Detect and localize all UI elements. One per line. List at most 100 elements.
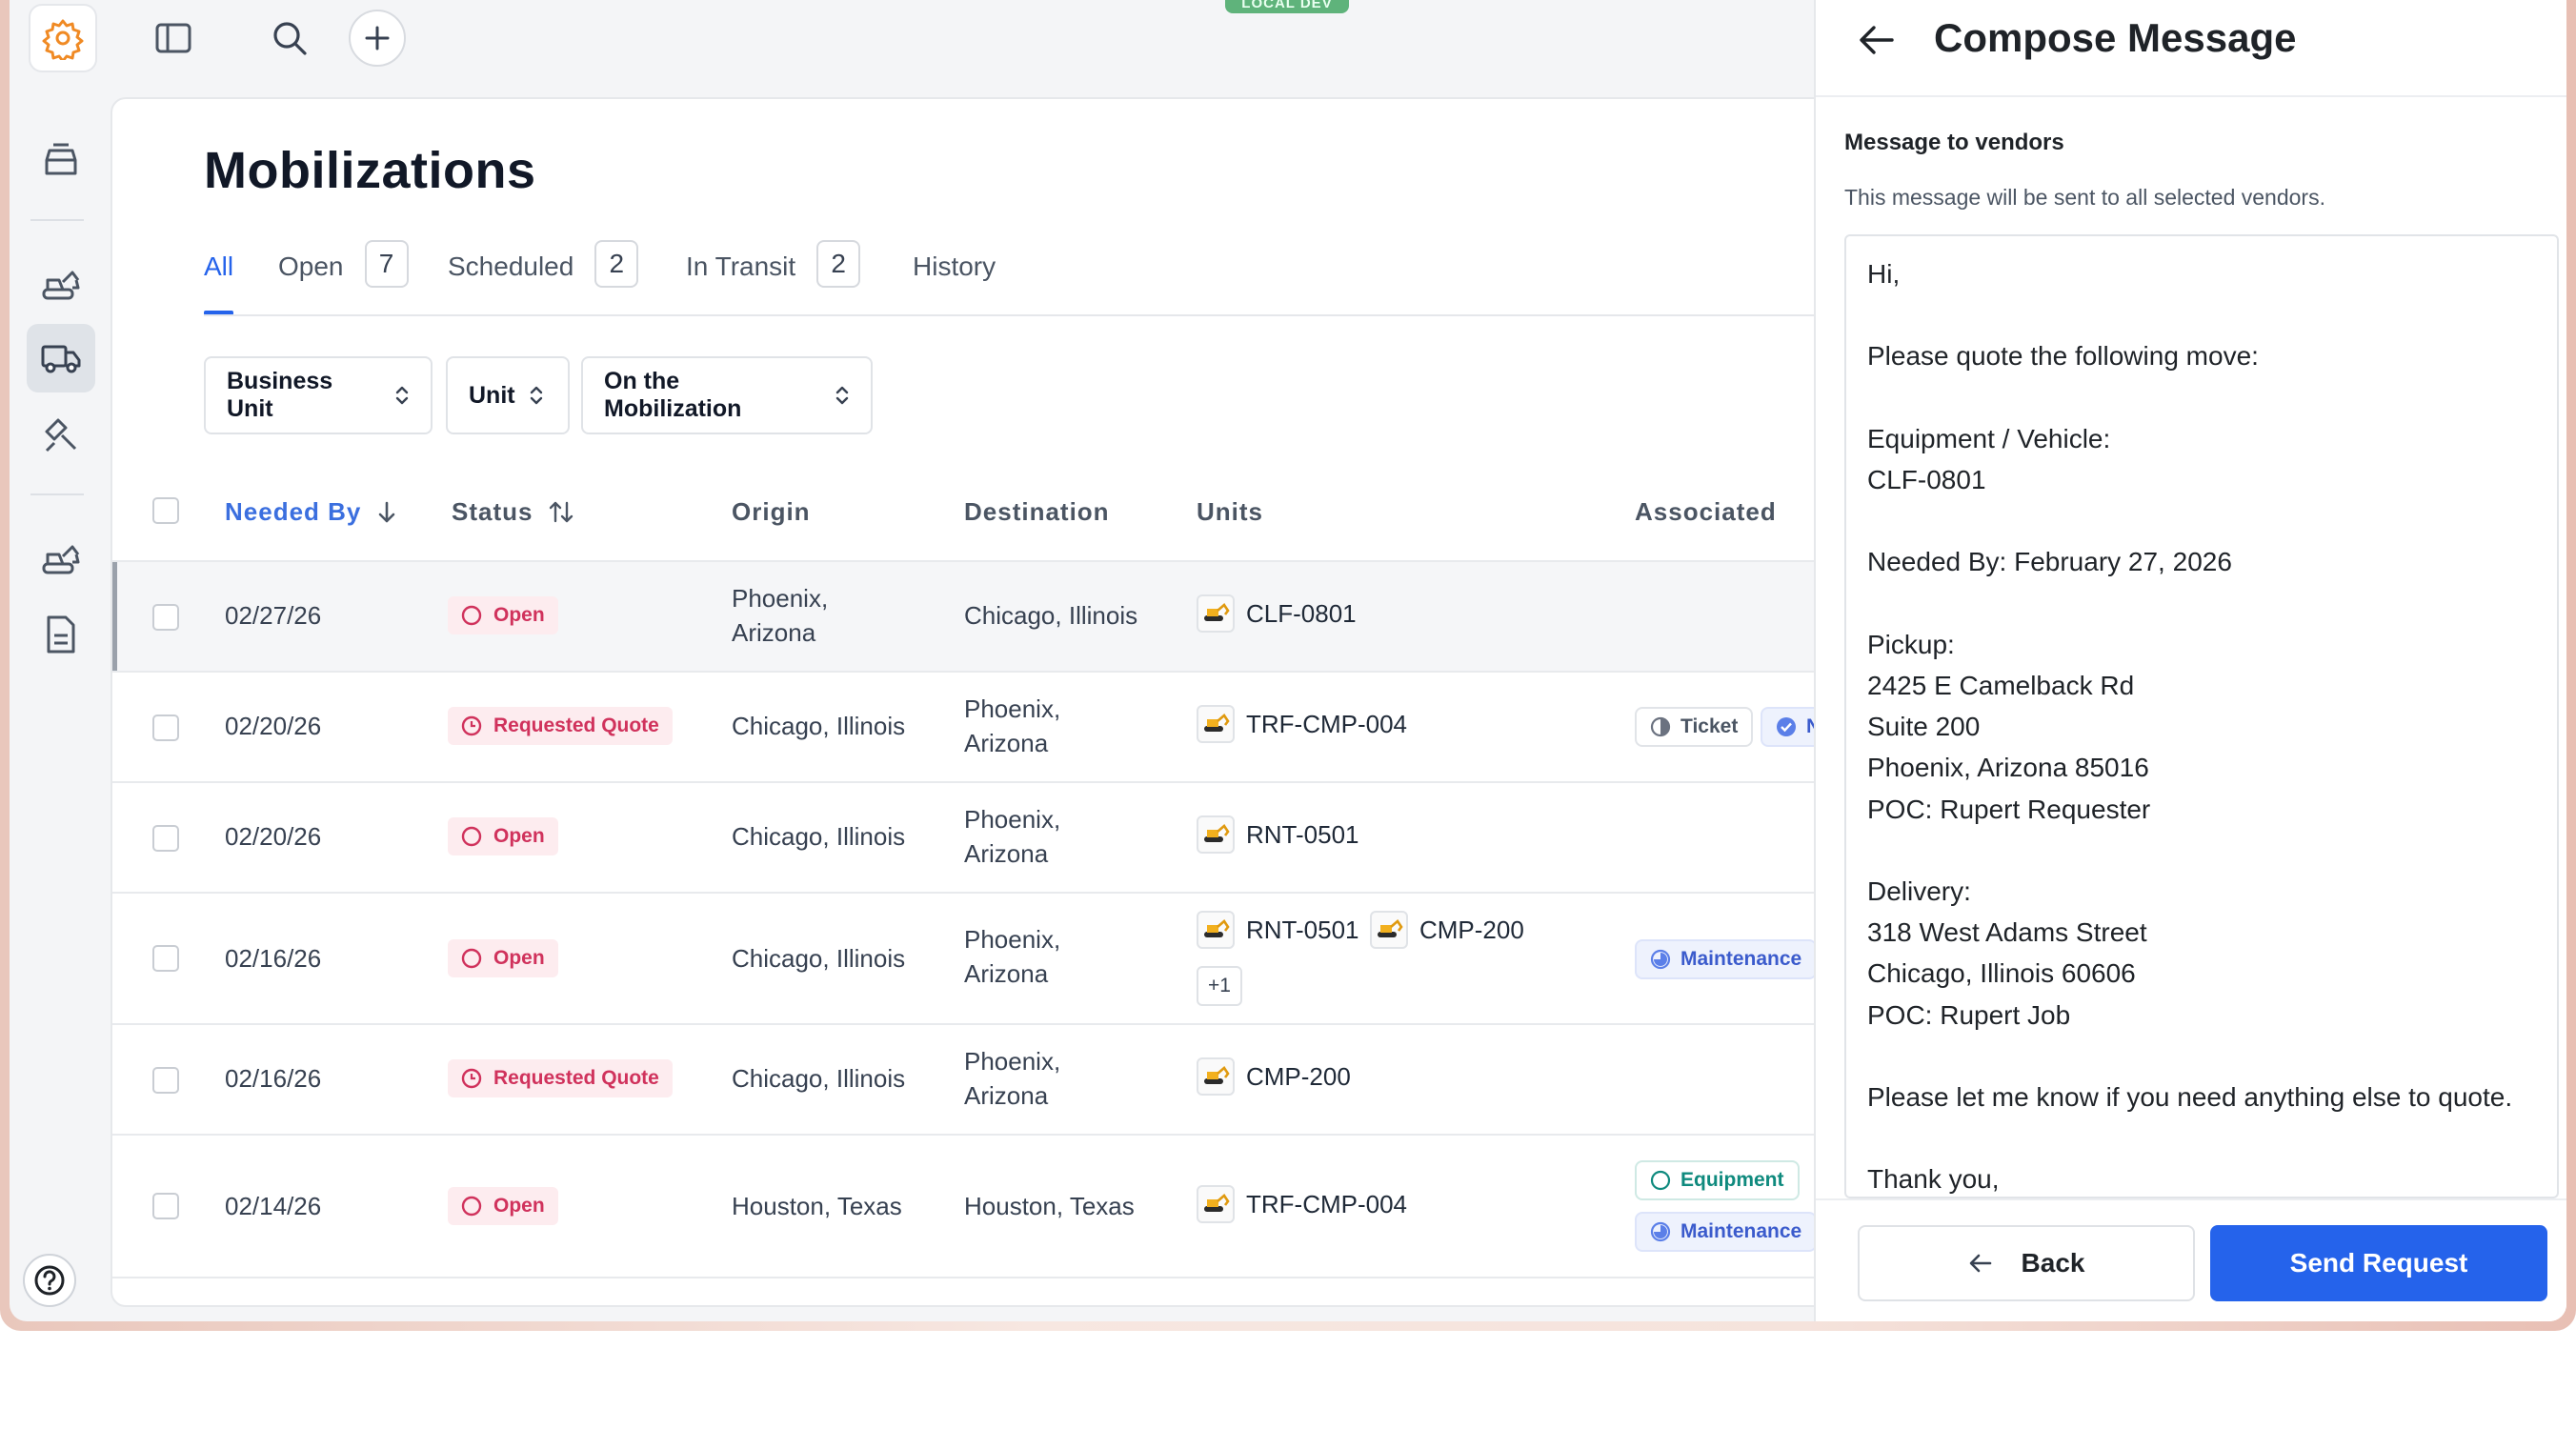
check-circle-icon bbox=[1776, 716, 1797, 737]
nav-equipment[interactable] bbox=[27, 250, 95, 318]
destination-line: Arizona bbox=[964, 959, 1049, 988]
column-header-needed-by[interactable]: Needed By bbox=[225, 497, 397, 527]
column-header-units[interactable]: Units bbox=[1197, 497, 1263, 527]
sidebar-toggle-button[interactable] bbox=[152, 17, 194, 59]
row-checkbox[interactable] bbox=[152, 604, 179, 631]
more-units-badge[interactable]: +1 bbox=[1197, 966, 1242, 1006]
row-checkbox[interactable] bbox=[152, 1067, 179, 1094]
column-header-status[interactable]: Status bbox=[452, 497, 574, 527]
help-button[interactable] bbox=[23, 1254, 76, 1307]
origin-cell: Chicago, Illinois bbox=[732, 822, 906, 851]
sidebar-toggle-icon bbox=[155, 23, 191, 53]
tab-scheduled[interactable]: Scheduled 2 bbox=[448, 240, 639, 316]
compose-title: Compose Message bbox=[1934, 15, 2297, 60]
sort-descending-icon bbox=[376, 500, 397, 525]
unit-chip[interactable]: CMP-200 bbox=[1370, 911, 1524, 949]
chevron-up-down-icon bbox=[394, 384, 410, 407]
tab-in-transit[interactable]: In Transit 2 bbox=[686, 240, 861, 316]
tab-all[interactable]: All bbox=[204, 240, 234, 316]
back-arrow-button[interactable] bbox=[1856, 19, 1898, 61]
origin-cell: Houston, Texas bbox=[732, 1192, 902, 1220]
excavator-icon bbox=[42, 271, 80, 300]
unit-chip[interactable]: CLF-0801 bbox=[1197, 594, 1357, 633]
unit-chip[interactable]: RNT-0501 bbox=[1197, 911, 1359, 949]
send-request-button[interactable]: Send Request bbox=[2210, 1225, 2547, 1301]
pie-circle-icon bbox=[1650, 949, 1671, 970]
add-button[interactable] bbox=[349, 10, 406, 67]
excavator-icon bbox=[42, 545, 80, 574]
row-checkbox[interactable] bbox=[152, 945, 179, 972]
column-header-origin[interactable]: Origin bbox=[732, 497, 811, 527]
associated-maintenance-tag[interactable]: Maintenance bbox=[1635, 939, 1818, 979]
tab-label: All bbox=[204, 252, 234, 281]
tag-label: Ticket bbox=[1680, 715, 1739, 737]
destination-cell: Phoenix, Arizona bbox=[964, 1044, 1060, 1113]
tab-open[interactable]: Open 7 bbox=[278, 240, 409, 316]
column-header-associated[interactable]: Associated bbox=[1635, 497, 1777, 527]
associated-maintenance-tag[interactable]: Maintenance bbox=[1635, 1212, 1818, 1252]
rail-divider bbox=[30, 219, 84, 221]
arrow-left-icon bbox=[1860, 26, 1894, 54]
nav-fleet[interactable] bbox=[27, 524, 95, 593]
unit-chip[interactable]: TRF-CMP-004 bbox=[1197, 705, 1407, 743]
unit-chip[interactable]: CMP-200 bbox=[1197, 1057, 1351, 1096]
open-circle-icon bbox=[461, 605, 482, 626]
select-all-checkbox[interactable] bbox=[152, 497, 179, 524]
row-checkbox[interactable] bbox=[152, 714, 179, 741]
status-label: Open bbox=[493, 825, 545, 847]
origin-cell: Chicago, Illinois bbox=[732, 712, 906, 740]
destination-cell: Phoenix, Arizona bbox=[964, 802, 1060, 871]
nav-documents[interactable] bbox=[27, 600, 95, 669]
filter-unit[interactable]: Unit bbox=[446, 356, 570, 434]
nav-mobilizations[interactable] bbox=[27, 324, 95, 392]
destination-cell: Houston, Texas bbox=[964, 1192, 1135, 1220]
chevron-up-down-icon bbox=[835, 384, 850, 407]
unit-label: TRF-CMP-004 bbox=[1246, 1189, 1408, 1218]
page-title: Mobilizations bbox=[204, 142, 536, 199]
row-checkbox[interactable] bbox=[152, 1193, 179, 1219]
back-button[interactable]: Back bbox=[1858, 1225, 2195, 1301]
needed-by-date: 02/20/26 bbox=[225, 822, 322, 851]
excavator-thumbnail-icon bbox=[1197, 815, 1235, 854]
tab-history[interactable]: History bbox=[913, 240, 996, 316]
destination-line: Phoenix, bbox=[964, 694, 1061, 723]
filter-on-the-mobilization[interactable]: On the Mobilization bbox=[581, 356, 873, 434]
tag-label: Equipment bbox=[1680, 1169, 1784, 1191]
unit-chip[interactable]: TRF-CMP-004 bbox=[1197, 1185, 1407, 1223]
tab-count-badge: 2 bbox=[816, 240, 861, 288]
associated-equipment-tag[interactable]: Equipment bbox=[1635, 1160, 1800, 1200]
filter-business-unit[interactable]: Business Unit bbox=[204, 356, 433, 434]
needed-by-date: 02/27/26 bbox=[225, 601, 322, 630]
tag-label: Maintenance bbox=[1680, 948, 1802, 970]
nav-work[interactable] bbox=[27, 400, 95, 469]
nav-inventory[interactable] bbox=[27, 126, 95, 194]
message-textarea[interactable]: Hi, Please quote the following move: Equ… bbox=[1844, 234, 2559, 1198]
tag-label: Maintenance bbox=[1680, 1220, 1802, 1242]
row-selected-indicator bbox=[112, 562, 117, 671]
destination-cell: Phoenix, Arizona bbox=[964, 922, 1060, 991]
open-circle-icon bbox=[1650, 1170, 1671, 1191]
tab-label: History bbox=[913, 252, 996, 281]
app-window: LOCAL DEV Mobilizations All Open 7 Sched… bbox=[10, 0, 2566, 1321]
excavator-thumbnail-icon bbox=[1197, 705, 1235, 743]
unit-label: RNT-0501 bbox=[1246, 915, 1359, 944]
app-logo[interactable] bbox=[29, 4, 97, 72]
search-button[interactable] bbox=[267, 15, 312, 61]
open-circle-icon bbox=[461, 948, 482, 969]
status-badge: Open bbox=[448, 817, 558, 855]
excavator-thumbnail-icon bbox=[1197, 1185, 1235, 1223]
status-label: Open bbox=[493, 604, 545, 626]
needed-by-date: 02/16/26 bbox=[225, 944, 322, 973]
row-checkbox[interactable] bbox=[152, 825, 179, 852]
excavator-thumbnail-icon bbox=[1197, 594, 1235, 633]
tab-label: Scheduled bbox=[448, 252, 574, 281]
status-badge: Open bbox=[448, 939, 558, 977]
associated-ticket-tag[interactable]: Ticket bbox=[1635, 707, 1754, 747]
origin-line: Arizona bbox=[732, 618, 816, 647]
column-header-destination[interactable]: Destination bbox=[964, 497, 1110, 527]
destination-cell: Phoenix, Arizona bbox=[964, 692, 1060, 760]
needed-by-date: 02/20/26 bbox=[225, 712, 322, 740]
unit-chip[interactable]: RNT-0501 bbox=[1197, 815, 1359, 854]
status-label: Requested Quote bbox=[493, 714, 659, 736]
excavator-thumbnail-icon bbox=[1197, 911, 1235, 949]
